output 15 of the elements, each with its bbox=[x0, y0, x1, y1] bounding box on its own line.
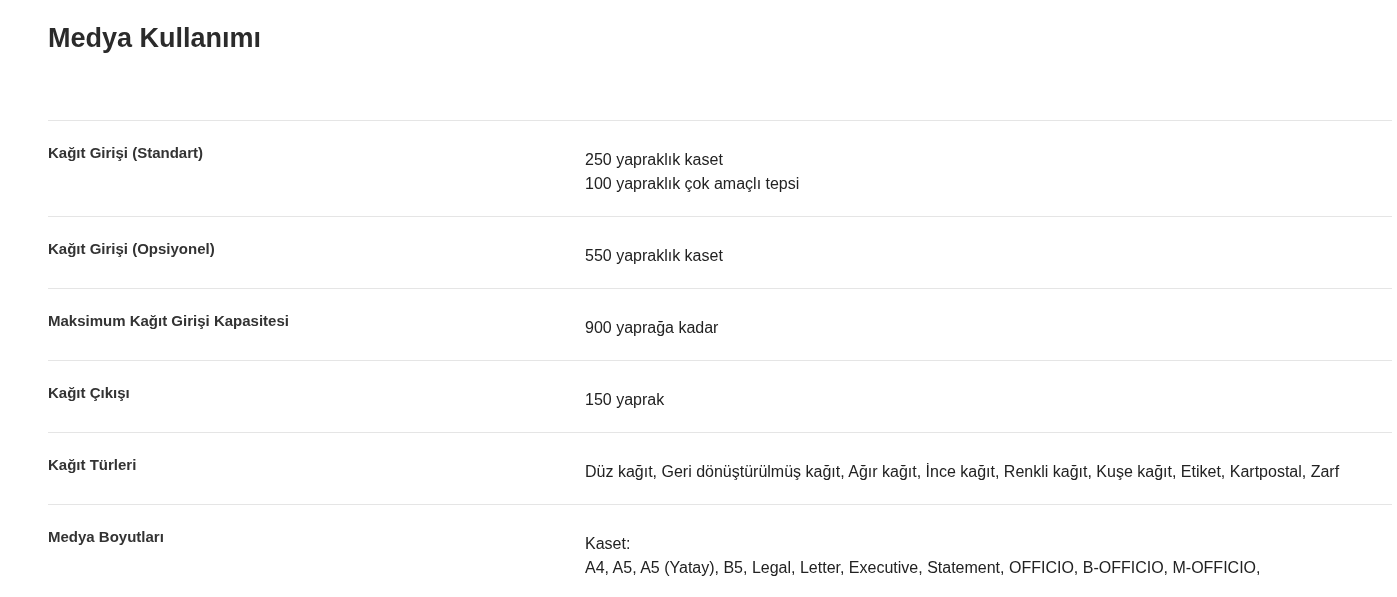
spec-value: 100 yapraklık çok amaçlı tepsi bbox=[585, 174, 801, 195]
spec-label: Maksimum Kağıt Girişi Kapasitesi bbox=[48, 311, 290, 332]
spec-label: Medya Boyutları bbox=[48, 527, 165, 548]
spec-value: 900 yaprağa kadar bbox=[585, 318, 720, 339]
spec-label: Kağıt Girişi (Opsiyonel) bbox=[48, 239, 216, 260]
spec-value: 150 yaprak bbox=[585, 390, 666, 411]
spec-label: Kağıt Türleri bbox=[48, 455, 138, 476]
spec-value: Kaset: bbox=[585, 534, 632, 555]
spec-value: 550 yapraklık kaset bbox=[585, 246, 724, 267]
spec-value: A4, A5, A5 (Yatay), B5, Legal, Letter, Executive, Statement, OFFICIO, B-OFFICIO, M-OFFICIO, bbox=[585, 558, 1262, 579]
spec-label: Kağıt Girişi (Standart) bbox=[48, 143, 205, 164]
spec-value: 250 yapraklık kaset bbox=[585, 150, 724, 171]
spec-value: Düz kağıt, Geri dönüştürülmüş kağıt, Ağır kağıt, İnce kağıt, Renkli kağıt, Kuşe kağıt, Etiket, Kartpostal, Zarf bbox=[585, 462, 1341, 483]
section-title: Medya Kullanımı bbox=[48, 22, 263, 55]
spec-label: Kağıt Çıkışı bbox=[48, 383, 131, 404]
